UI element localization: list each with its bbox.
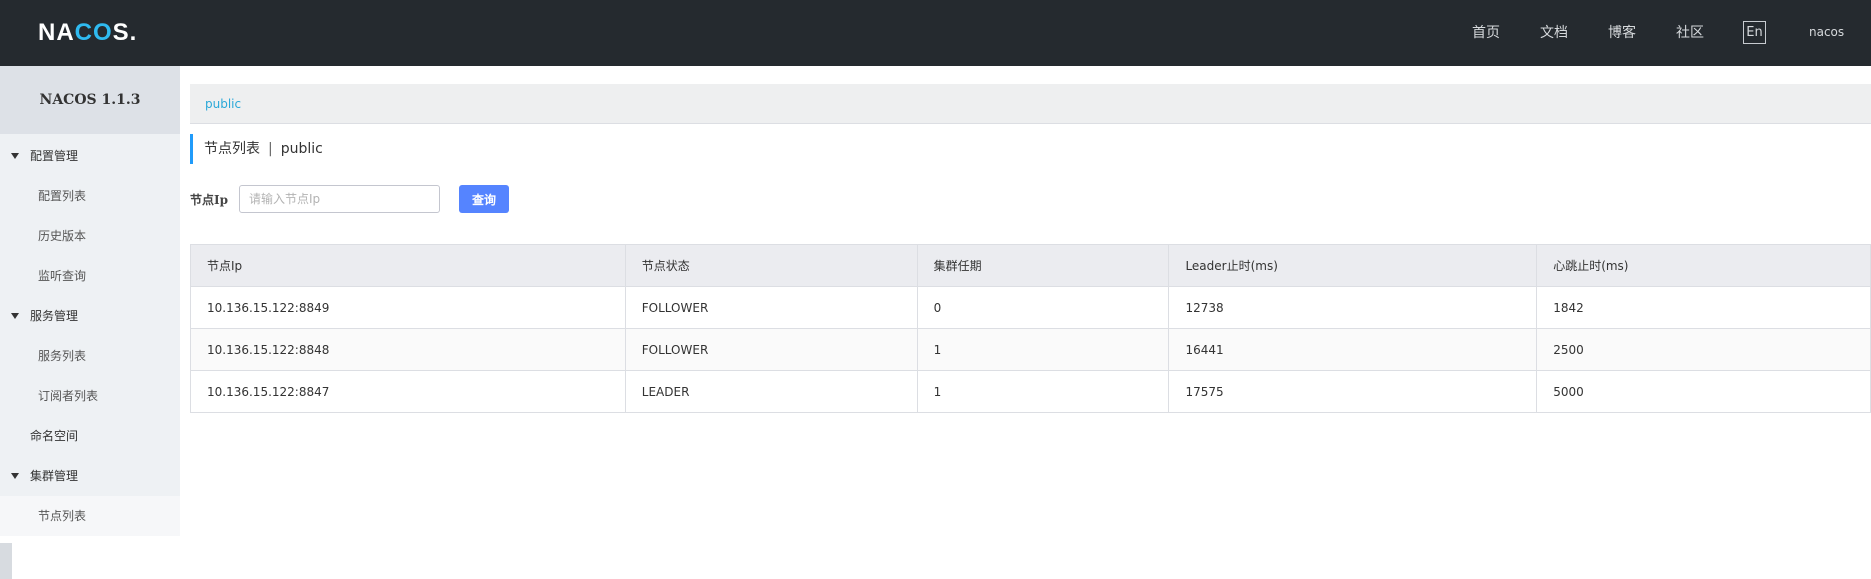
sidebar-item-subscriber-list[interactable]: 订阅者列表 <box>0 376 180 416</box>
sidebar-item-label: 节点列表 <box>38 509 87 523</box>
column-header-heartbeat-due: 心跳止时(ms) <box>1536 244 1871 287</box>
sidebar-item-config-list[interactable]: 配置列表 <box>0 176 180 216</box>
cell-cluster-term: 0 <box>916 286 1170 329</box>
cell-heartbeat-due: 1842 <box>1536 286 1871 329</box>
nav-docs[interactable]: 文档 <box>1540 22 1568 42</box>
search-button[interactable]: 查询 <box>459 185 509 213</box>
namespace-link-public[interactable]: public <box>205 97 241 111</box>
cell-heartbeat-due: 2500 <box>1536 328 1871 371</box>
sidebar-group-label: 集群管理 <box>30 469 79 483</box>
page-title-text: 节点列表 <box>204 141 260 157</box>
sidebar-group-label: 命名空间 <box>30 429 79 443</box>
cell-leader-due: 12738 <box>1168 286 1538 329</box>
table-row: 10.136.15.122:8848 FOLLOWER 1 16441 2500 <box>190 328 1871 371</box>
caret-down-icon <box>11 473 19 479</box>
cell-leader-due: 17575 <box>1168 370 1538 413</box>
column-header-cluster-term: 集群任期 <box>916 244 1170 287</box>
cell-cluster-term: 1 <box>916 370 1170 413</box>
cell-node-ip: 10.136.15.122:8847 <box>190 370 626 413</box>
caret-down-icon <box>11 153 19 159</box>
cell-leader-due: 16441 <box>1168 328 1538 371</box>
sidebar-item-namespace[interactable]: 命名空间 <box>0 416 180 456</box>
sidebar-item-label: 历史版本 <box>38 229 87 243</box>
sidebar: NACOS 1.1.3 配置管理 配置列表 历史版本 监听查询 服务管理 服务列… <box>0 66 180 579</box>
column-header-node-state: 节点状态 <box>624 244 918 287</box>
sidebar-group-service[interactable]: 服务管理 <box>0 296 180 336</box>
namespace-bar: public <box>190 84 1871 124</box>
sidebar-group-cluster[interactable]: 集群管理 <box>0 456 180 496</box>
page-title: 节点列表 | public <box>190 134 323 164</box>
table-header-row: 节点Ip 节点状态 集群任期 Leader止时(ms) 心跳止时(ms) <box>190 244 1871 287</box>
cell-node-state: FOLLOWER <box>624 286 918 329</box>
table-row: 10.136.15.122:8847 LEADER 1 17575 5000 <box>190 370 1871 413</box>
nav-home[interactable]: 首页 <box>1472 22 1500 42</box>
language-toggle-button[interactable]: En <box>1743 21 1766 44</box>
top-navbar: NACOS. 首页 文档 博客 社区 En nacos <box>0 0 1871 66</box>
nav-community[interactable]: 社区 <box>1676 22 1704 42</box>
nav-blog[interactable]: 博客 <box>1608 22 1636 42</box>
cell-heartbeat-due: 5000 <box>1536 370 1871 413</box>
sidebar-title: NACOS 1.1.3 <box>0 66 180 134</box>
sidebar-item-label: 服务列表 <box>38 349 87 363</box>
sidebar-item-label: 配置列表 <box>38 189 87 203</box>
node-ip-label: 节点Ip <box>190 193 229 207</box>
cell-node-ip: 10.136.15.122:8849 <box>190 286 626 329</box>
node-ip-input[interactable] <box>239 185 440 213</box>
cell-node-ip: 10.136.15.122:8848 <box>190 328 626 371</box>
title-separator: | <box>268 141 273 157</box>
sidebar-item-history[interactable]: 历史版本 <box>0 216 180 256</box>
cell-cluster-term: 1 <box>916 328 1170 371</box>
caret-down-icon <box>11 313 19 319</box>
cell-node-state: LEADER <box>624 370 918 413</box>
sidebar-item-node-list[interactable]: 节点列表 <box>0 496 180 536</box>
sidebar-item-label: 监听查询 <box>38 269 87 283</box>
table-row: 10.136.15.122:8849 FOLLOWER 0 12738 1842 <box>190 286 1871 329</box>
nacos-logo[interactable]: NACOS. <box>38 19 137 47</box>
user-name[interactable]: nacos <box>1809 25 1844 39</box>
sidebar-group-label: 服务管理 <box>30 309 79 323</box>
cell-node-state: FOLLOWER <box>624 328 918 371</box>
sidebar-collapse-handle[interactable] <box>0 543 12 579</box>
sidebar-item-label: 订阅者列表 <box>38 389 99 403</box>
sidebar-group-config[interactable]: 配置管理 <box>0 136 180 176</box>
node-table: 节点Ip 节点状态 集群任期 Leader止时(ms) 心跳止时(ms) 10.… <box>190 244 1871 413</box>
column-header-leader-due: Leader止时(ms) <box>1168 244 1538 287</box>
sidebar-item-listener-query[interactable]: 监听查询 <box>0 256 180 296</box>
sidebar-group-label: 配置管理 <box>30 149 79 163</box>
column-header-node-ip: 节点Ip <box>190 244 626 287</box>
sidebar-item-service-list[interactable]: 服务列表 <box>0 336 180 376</box>
page-title-namespace: public <box>280 141 323 157</box>
